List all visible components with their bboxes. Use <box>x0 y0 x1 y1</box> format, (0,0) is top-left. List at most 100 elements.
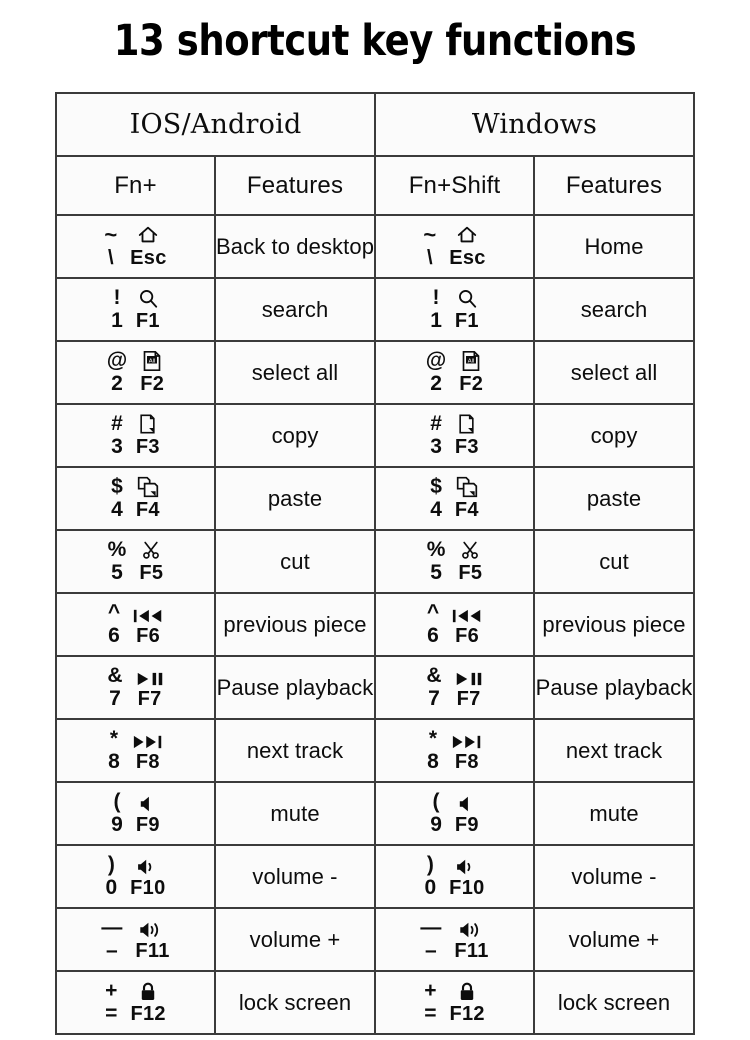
cell-win-key: ) 0 F10 <box>374 844 536 909</box>
volume-down-icon <box>137 859 152 874</box>
feature-label-win: copy <box>590 422 638 448</box>
key-combo-win: @ All 2 F2 <box>426 350 483 396</box>
key-function-name: F11 <box>135 939 170 962</box>
key-function-name: F3 <box>135 435 160 458</box>
cell-win-key: #3 F3 <box>374 403 536 468</box>
key-icon-slot <box>455 665 483 687</box>
key-number: 0 <box>424 876 437 899</box>
key-function-name: F4 <box>135 498 160 521</box>
cell-ios-feature: lock screen <box>213 970 377 1035</box>
table-row: & 7 F7 Pause playback & 7 F7 Pause playback <box>55 655 696 720</box>
key-combo-win: + = F12 <box>424 980 485 1026</box>
column-header-row: Fn+ Features Fn+Shift Features <box>55 155 696 216</box>
cell-win-feature: previous piece <box>533 592 696 657</box>
key-combo-ios: @ All 2 F2 <box>107 350 164 396</box>
mute-icon <box>140 796 149 811</box>
cell-ios-feature: Pause playback <box>213 655 377 720</box>
key-number: \ <box>426 246 433 269</box>
cell-ios-key: — – F11 <box>55 907 216 972</box>
key-number: 2 <box>111 372 123 395</box>
key-function-name: F12 <box>449 1002 485 1025</box>
key-combo-ios: & 7 F7 <box>107 665 163 711</box>
column-header-ios-features-label: Features <box>246 171 344 199</box>
cell-win-key: $4 F4 <box>374 466 536 531</box>
key-icon-slot <box>460 539 480 561</box>
key-function-name: F12 <box>130 1002 166 1025</box>
key-icon-slot <box>137 476 159 498</box>
key-combo-win: $4 F4 <box>430 476 479 522</box>
key-symbol: ( <box>432 790 440 813</box>
cell-win-key: ! 1 F1 <box>374 277 536 342</box>
cell-ios-feature: volume - <box>213 844 377 909</box>
feature-label-ios: Back to desktop <box>216 233 375 259</box>
key-function-name: F11 <box>454 939 489 962</box>
key-combo-ios: $4 F4 <box>111 476 160 522</box>
cell-win-feature: Pause playback <box>533 655 696 720</box>
key-function-name: F6 <box>136 624 161 647</box>
cell-ios-feature: Back to desktop <box>213 214 377 279</box>
cell-ios-feature: search <box>213 277 377 342</box>
key-symbol: & <box>107 664 123 687</box>
key-symbol: ) <box>426 853 434 876</box>
key-combo-win: — – F11 <box>420 917 488 963</box>
table-row: * 8 F8 next track * 8 F8 next track <box>55 718 696 783</box>
key-symbol: — <box>101 916 123 939</box>
cell-ios-key: ) 0 F10 <box>55 844 216 909</box>
cell-ios-key: % 5 F5 <box>55 529 216 594</box>
table-row: ^ 6 F6 previous piece ^ 6 F6 previous piece <box>55 592 696 657</box>
key-function-name: F1 <box>454 309 479 332</box>
feature-label-ios: Pause playback <box>216 674 374 700</box>
feature-label-win: previous piece <box>542 611 686 637</box>
key-symbol: + <box>105 979 118 1002</box>
cell-ios-key: #3 F3 <box>55 403 216 468</box>
key-symbol: @ <box>425 349 447 372</box>
cell-ios-feature: cut <box>213 529 377 594</box>
paste-icon <box>137 476 158 497</box>
shortcut-table-wrap: IOS/Android Windows Fn+ Features Fn+Shift Fea… <box>54 92 696 1035</box>
key-number: 5 <box>430 561 442 584</box>
feature-label-ios: search <box>261 296 329 322</box>
key-number: 2 <box>430 372 442 395</box>
feature-label-win: lock screen <box>557 989 671 1015</box>
key-function-name: F5 <box>458 561 483 584</box>
key-function-name: F3 <box>454 435 479 458</box>
cell-ios-key: + = F12 <box>55 970 216 1035</box>
key-combo-win: & 7 F7 <box>426 665 482 711</box>
key-combo-ios: ! 1 F1 <box>111 287 160 333</box>
key-number: 1 <box>430 309 442 332</box>
key-symbol: & <box>426 664 442 687</box>
cell-win-feature: volume - <box>533 844 696 909</box>
key-function-name: F8 <box>135 750 160 773</box>
cell-win-feature: Home <box>533 214 696 279</box>
copy-icon <box>459 414 474 433</box>
lock-icon <box>460 982 474 1000</box>
key-symbol: ~ <box>423 221 437 247</box>
key-symbol: # <box>430 412 442 435</box>
cell-win-feature: copy <box>533 403 696 468</box>
next-track-icon <box>452 735 481 748</box>
cell-ios-feature: select all <box>213 340 377 405</box>
key-combo-ios: + = F12 <box>105 980 166 1026</box>
select-all-icon: All <box>462 350 480 371</box>
key-function-name: Esc <box>449 246 486 269</box>
key-icon-slot <box>459 980 475 1002</box>
volume-up-icon <box>140 922 159 937</box>
feature-label-ios: lock screen <box>238 989 352 1015</box>
key-icon-slot <box>454 224 480 246</box>
cell-ios-key: * 8 F8 <box>55 718 216 783</box>
key-number: = <box>424 1002 437 1025</box>
feature-label-win: next track <box>565 737 663 763</box>
key-icon-slot <box>139 791 157 813</box>
previous-track-icon <box>134 609 162 622</box>
key-combo-win: #3 F3 <box>430 413 479 459</box>
key-icon-slot: All <box>142 350 162 372</box>
next-track-icon <box>133 735 162 748</box>
key-symbol: % <box>426 538 446 561</box>
key-icon-slot <box>141 539 161 561</box>
key-icon-slot <box>136 854 160 876</box>
key-function-name: F10 <box>130 876 166 899</box>
cell-ios-key: ^ 6 F6 <box>55 592 216 657</box>
key-number: 4 <box>430 498 442 521</box>
key-number: 3 <box>111 435 123 458</box>
key-icon-slot <box>452 728 482 750</box>
